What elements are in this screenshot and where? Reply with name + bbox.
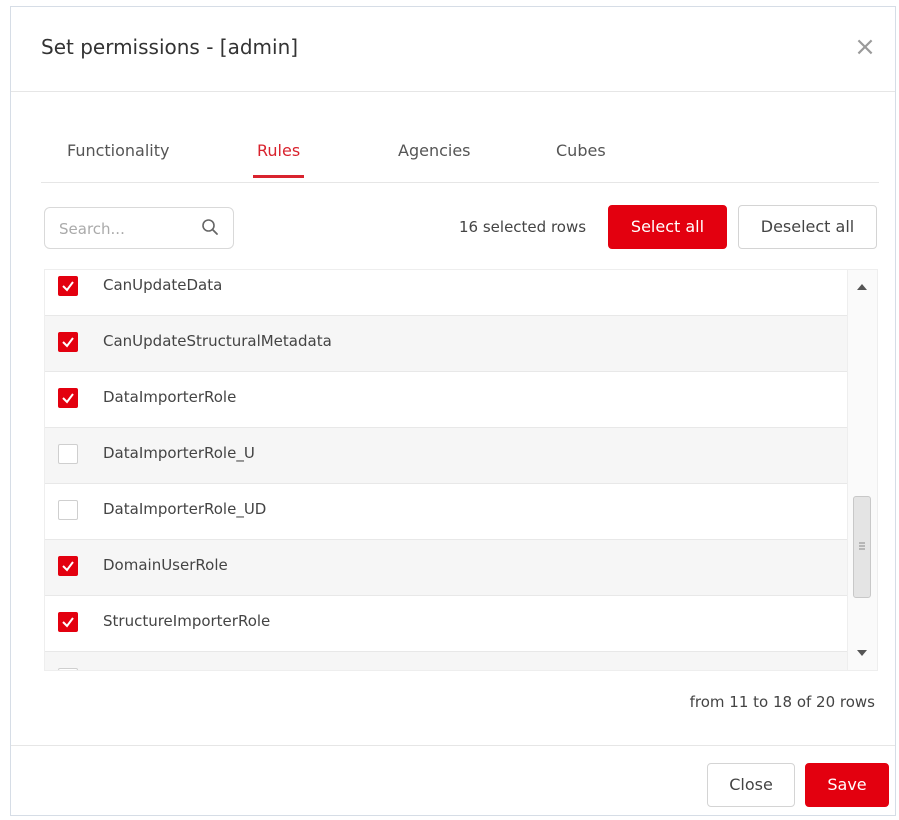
tab-functionality[interactable]: Functionality [67, 141, 170, 178]
dialog-header: Set permissions - [admin] × [11, 7, 895, 92]
row-checkbox[interactable] [58, 276, 78, 296]
tab-agencies[interactable]: Agencies [398, 141, 471, 178]
search-icon[interactable] [201, 218, 219, 236]
check-icon [62, 393, 74, 404]
pagination-info: from 11 to 18 of 20 rows [689, 693, 875, 711]
selected-count: 16 selected rows [459, 218, 587, 236]
grip-icon [859, 542, 865, 550]
check-icon [62, 617, 74, 628]
permissions-dialog: Set permissions - [admin] × Functionalit… [10, 6, 896, 816]
row-checkbox[interactable] [58, 668, 78, 670]
row-label: DomainUserRole [103, 556, 228, 574]
row-checkbox[interactable] [58, 612, 78, 632]
check-icon [62, 337, 74, 348]
row-checkbox[interactable] [58, 444, 78, 464]
list-item[interactable]: DataImporterRole [45, 372, 849, 428]
list-item[interactable]: DataImporterRole_UD [45, 484, 849, 540]
scroll-up-icon[interactable] [856, 282, 868, 292]
footer-divider [11, 745, 895, 746]
tab-bar: Functionality Rules Agencies Cubes [41, 127, 879, 183]
list-item[interactable]: CanUpdateStructuralMetadata [45, 316, 849, 372]
rules-list: CanUpdateData CanUpdateStructuralMetadat… [44, 269, 878, 671]
row-label: DataImporterRole_UD [103, 500, 267, 518]
scrollbar-thumb[interactable] [853, 496, 871, 598]
tab-rules[interactable]: Rules [252, 141, 305, 178]
close-button[interactable]: Close [707, 763, 795, 807]
list-item[interactable]: DataImporterRole_U [45, 428, 849, 484]
row-label: StructureImporterRole [103, 612, 271, 630]
row-label: CanUpdateData [103, 276, 223, 294]
row-checkbox[interactable] [58, 388, 78, 408]
search-box [44, 207, 234, 249]
save-button[interactable]: Save [805, 763, 889, 807]
check-icon [62, 281, 74, 292]
row-label: DataImporterRole_U [103, 444, 255, 462]
row-checkbox[interactable] [58, 500, 78, 520]
select-all-button[interactable]: Select all [608, 205, 727, 249]
row-checkbox[interactable] [58, 556, 78, 576]
search-input[interactable] [57, 217, 191, 241]
row-label: CanUpdateStructuralMetadata [103, 332, 332, 350]
list-item[interactable]: DomainUserRole [45, 540, 849, 596]
close-icon[interactable]: × [851, 33, 879, 61]
list-item[interactable]: StructureImporterRole [45, 596, 849, 652]
dialog-title: Set permissions - [admin] [41, 35, 299, 59]
list-item-partial[interactable] [45, 652, 849, 670]
row-checkbox[interactable] [58, 332, 78, 352]
list-scrollbar[interactable] [847, 270, 877, 670]
tab-cubes[interactable]: Cubes [556, 141, 606, 178]
check-icon [62, 561, 74, 572]
deselect-all-button[interactable]: Deselect all [738, 205, 877, 249]
list-item[interactable]: CanUpdateData [45, 270, 849, 316]
row-label: DataImporterRole [103, 388, 237, 406]
scroll-down-icon[interactable] [856, 648, 868, 658]
